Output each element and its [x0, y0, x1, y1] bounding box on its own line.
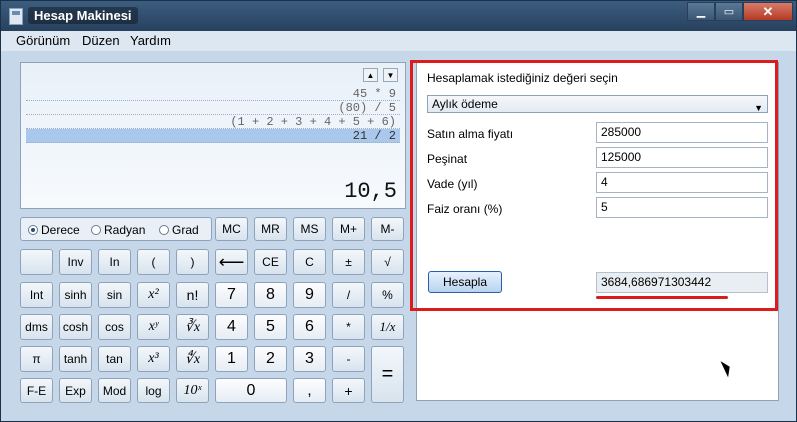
- digit-6-key[interactable]: 6: [293, 314, 326, 340]
- maximize-button[interactable]: ▭: [715, 2, 743, 21]
- close-icon: ✕: [762, 3, 774, 19]
- inv-key[interactable]: Inv: [59, 249, 92, 275]
- minimize-button[interactable]: ▁: [687, 2, 715, 21]
- memory-subtract-button[interactable]: M-: [371, 217, 404, 241]
- int-key[interactable]: Int: [20, 282, 53, 308]
- history-entry[interactable]: (1 + 2 + 3 + 4 + 5 + 6): [26, 115, 400, 129]
- maximize-icon: ▭: [723, 6, 735, 18]
- calculator-display: ▲ ▼ 45 * 9 (80) / 5 (1 + 2 + 3 + 4 + 5 +…: [20, 62, 406, 209]
- calculator-app-icon: [9, 8, 23, 25]
- sinh-key[interactable]: sinh: [59, 282, 92, 308]
- angle-mode-group: Derece Radyan Grad: [20, 217, 212, 241]
- radio-unselected-icon: [159, 225, 169, 235]
- cube-key[interactable]: x³: [137, 346, 170, 372]
- add-key[interactable]: +: [332, 378, 365, 403]
- radio-unselected-icon: [91, 225, 101, 235]
- digit-7-key[interactable]: 7: [215, 282, 248, 308]
- divide-key[interactable]: /: [332, 282, 365, 308]
- factorial-key[interactable]: n!: [176, 282, 209, 308]
- memory-recall-button[interactable]: MR: [254, 217, 287, 241]
- title-bar[interactable]: Hesap Makinesi ▁ ▭ ✕: [1, 1, 796, 31]
- fe-key[interactable]: F-E: [20, 378, 53, 403]
- open-paren-key[interactable]: (: [137, 249, 170, 275]
- ln-key[interactable]: In: [98, 249, 131, 275]
- history-scroll-down-button[interactable]: ▼: [383, 68, 398, 82]
- tanh-key[interactable]: tanh: [59, 346, 92, 372]
- negate-key[interactable]: ±: [332, 249, 365, 275]
- history-entry-selected[interactable]: 21 / 2: [26, 129, 400, 143]
- radio-label: Radyan: [104, 223, 146, 237]
- digit-0-key[interactable]: 0: [215, 378, 287, 403]
- digit-5-key[interactable]: 5: [254, 314, 287, 340]
- memory-add-button[interactable]: M+: [332, 217, 365, 241]
- clear-key[interactable]: C: [293, 249, 326, 275]
- window-title: Hesap Makinesi: [28, 7, 138, 24]
- memory-store-button[interactable]: MS: [293, 217, 326, 241]
- radio-radyan[interactable]: Radyan: [91, 223, 145, 237]
- history-entry[interactable]: 45 * 9: [26, 87, 400, 101]
- triangle-up-icon: ▲: [366, 70, 375, 80]
- history-scroll-up-button[interactable]: ▲: [363, 68, 378, 82]
- digit-1-key[interactable]: 1: [215, 346, 248, 372]
- calculator-window: Hesap Makinesi ▁ ▭ ✕ Görünüm Düzen Yardı…: [0, 0, 797, 422]
- cos-key[interactable]: cos: [98, 314, 131, 340]
- digit-3-key[interactable]: 3: [293, 346, 326, 372]
- blank-key[interactable]: [20, 249, 53, 275]
- cosh-key[interactable]: cosh: [59, 314, 92, 340]
- history-entry[interactable]: (80) / 5: [26, 101, 400, 115]
- reciprocal-key[interactable]: 1/x: [371, 314, 404, 340]
- digit-9-key[interactable]: 9: [293, 282, 326, 308]
- triangle-down-icon: ▼: [386, 70, 395, 80]
- multiply-key[interactable]: *: [332, 314, 365, 340]
- fourth-root-key[interactable]: ∜x: [176, 346, 209, 372]
- close-paren-key[interactable]: ): [176, 249, 209, 275]
- display-value: 10,5: [344, 179, 397, 204]
- radio-label: Derece: [41, 223, 80, 237]
- memory-clear-button[interactable]: MC: [215, 217, 248, 241]
- close-button[interactable]: ✕: [743, 2, 793, 21]
- highlight-annotation: [410, 60, 778, 311]
- pi-key[interactable]: π: [20, 346, 53, 372]
- equals-key[interactable]: =: [371, 346, 404, 403]
- backspace-arrow-icon: ⟵: [218, 251, 245, 272]
- percent-key[interactable]: %: [371, 282, 404, 308]
- minimize-icon: ▁: [696, 6, 706, 18]
- power-key[interactable]: xʸ: [137, 314, 170, 340]
- subtract-key[interactable]: -: [332, 346, 365, 372]
- mod-key[interactable]: Mod: [98, 378, 131, 403]
- log-key[interactable]: log: [137, 378, 170, 403]
- clear-entry-key[interactable]: CE: [254, 249, 287, 275]
- menu-duzen[interactable]: Düzen: [82, 33, 120, 48]
- decimal-key[interactable]: ,: [293, 378, 326, 403]
- dms-key[interactable]: dms: [20, 314, 53, 340]
- menu-gorunum[interactable]: Görünüm: [16, 33, 70, 48]
- radio-grad[interactable]: Grad: [159, 223, 199, 237]
- backspace-key[interactable]: ⟵: [215, 249, 248, 275]
- square-root-key[interactable]: √: [371, 249, 404, 275]
- radio-derece[interactable]: Derece: [28, 223, 80, 237]
- digit-8-key[interactable]: 8: [254, 282, 287, 308]
- digit-2-key[interactable]: 2: [254, 346, 287, 372]
- menu-bar: Görünüm Düzen Yardım: [1, 31, 796, 51]
- digit-4-key[interactable]: 4: [215, 314, 248, 340]
- radio-label: Grad: [172, 223, 199, 237]
- square-key[interactable]: x²: [137, 282, 170, 308]
- cube-root-key[interactable]: ∛x: [176, 314, 209, 340]
- menu-yardim[interactable]: Yardım: [130, 33, 171, 48]
- exp-key[interactable]: Exp: [59, 378, 92, 403]
- radio-selected-icon: [28, 225, 38, 235]
- sin-key[interactable]: sin: [98, 282, 131, 308]
- tan-key[interactable]: tan: [98, 346, 131, 372]
- ten-power-key[interactable]: 10ˣ: [176, 378, 209, 403]
